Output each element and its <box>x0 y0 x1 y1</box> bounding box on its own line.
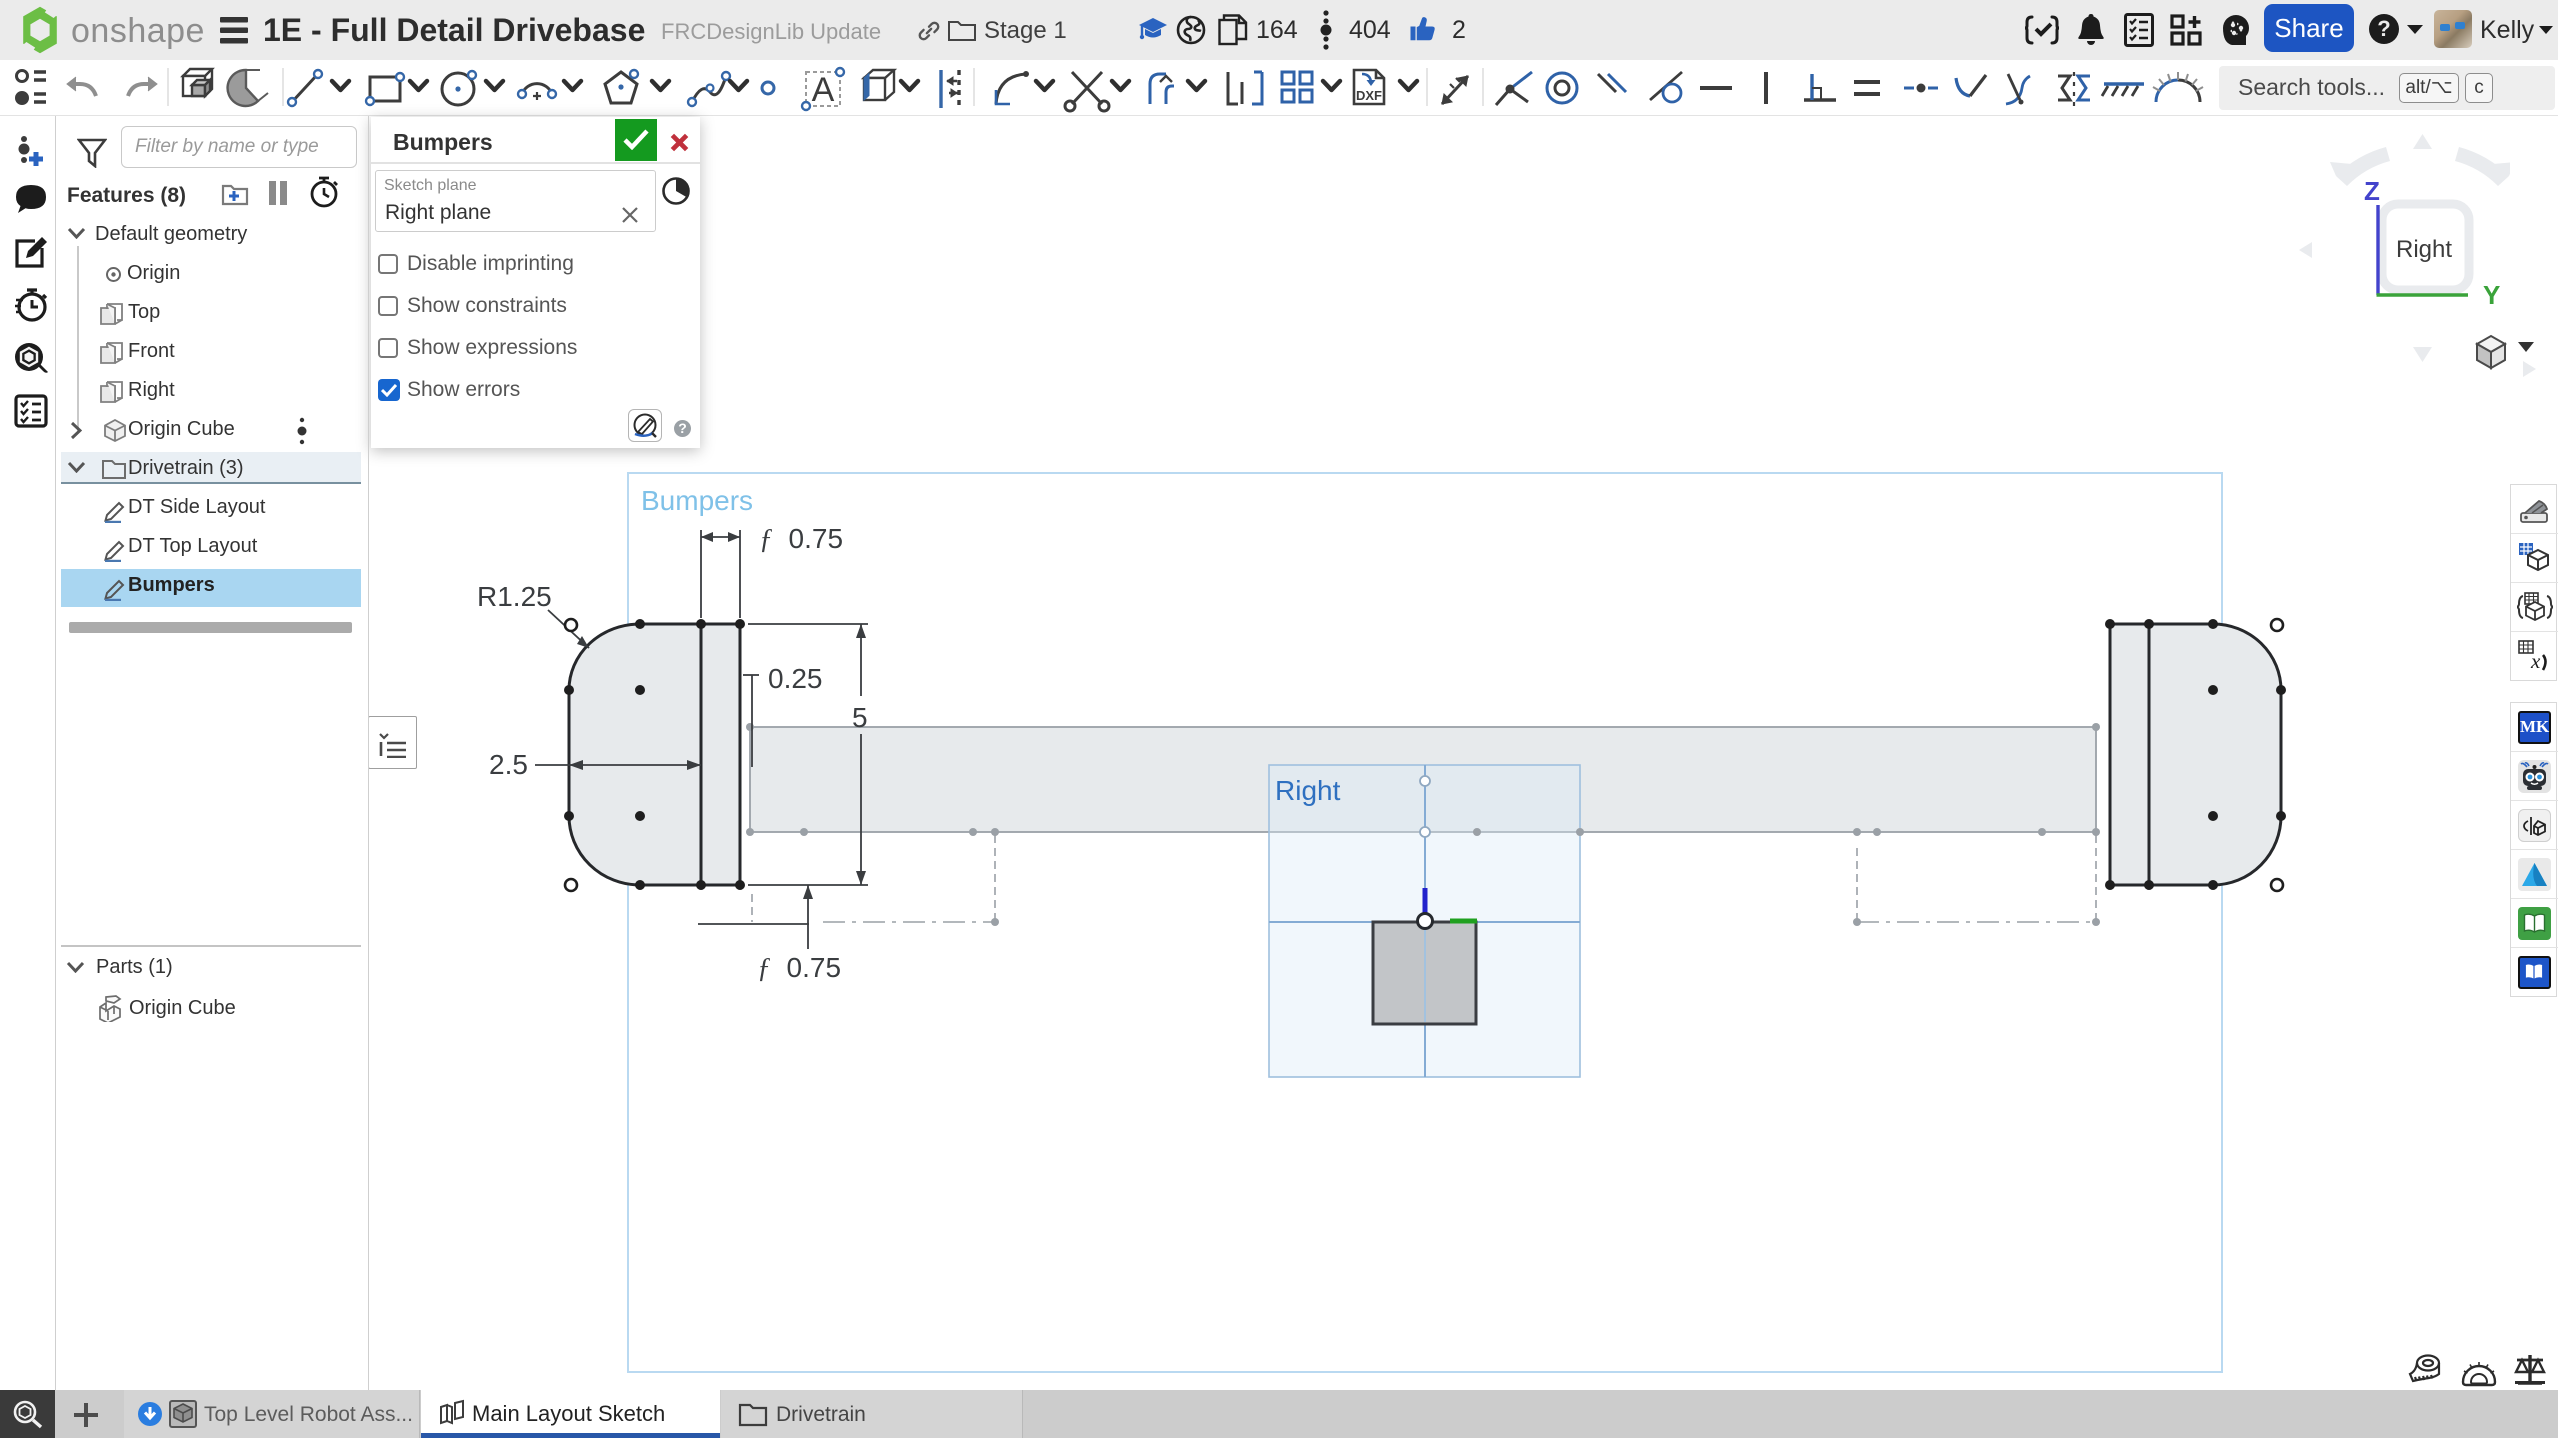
svg-text:ƒ 0.75: ƒ 0.75 <box>759 523 843 555</box>
svg-text:R1.25: R1.25 <box>477 581 552 612</box>
svg-text:0.25: 0.25 <box>768 663 823 694</box>
svg-text:x: x <box>2530 649 2541 673</box>
svg-text:DXF: DXF <box>1356 88 1382 103</box>
svg-text:ƒ 0.75: ƒ 0.75 <box>757 952 841 984</box>
svg-text:Bumpers: Bumpers <box>641 485 753 516</box>
svg-text:Z: Z <box>2364 176 2380 206</box>
svg-text:5: 5 <box>852 702 868 733</box>
svg-text:2.5: 2.5 <box>489 749 528 780</box>
svg-text:Right: Right <box>2396 236 2452 263</box>
svg-text:A: A <box>812 71 835 109</box>
svg-text:?: ? <box>2377 16 2390 41</box>
svg-text:Y: Y <box>2483 280 2500 310</box>
svg-text:Right: Right <box>1275 775 1341 806</box>
